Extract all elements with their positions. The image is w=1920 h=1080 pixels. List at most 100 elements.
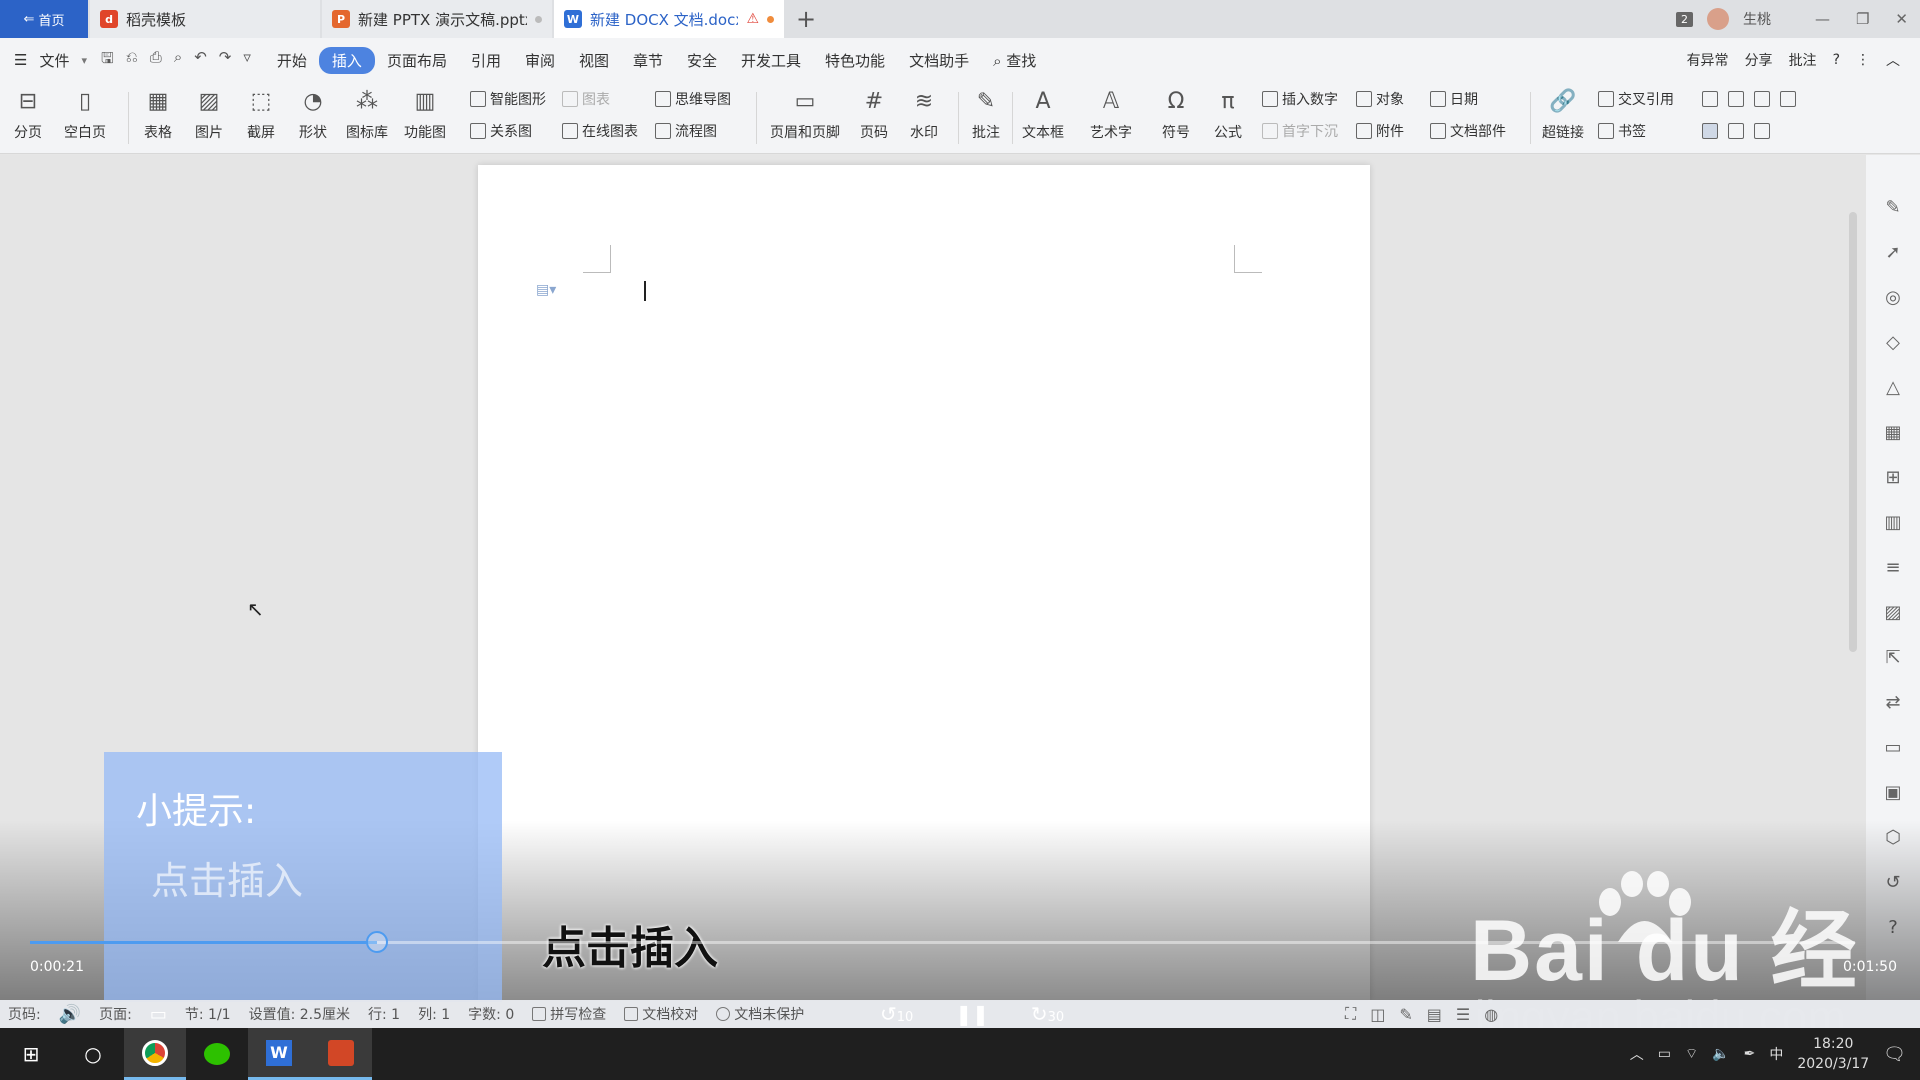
apps-icon[interactable]: ⊞ (1882, 465, 1904, 489)
format-painter-icon[interactable]: ⎌ (126, 48, 138, 73)
function-chart-button[interactable]: ▥ 功能图 (404, 84, 446, 152)
minimize-icon[interactable]: — (1815, 10, 1830, 28)
tab-pptx[interactable]: P 新建 PPTX 演示文稿.pptx (322, 0, 552, 38)
ime-indicator[interactable]: 中 (1769, 1044, 1783, 1064)
customize-icon[interactable]: ▿ (243, 48, 251, 73)
textbox-button[interactable]: A 文本框 (1022, 84, 1064, 152)
checkbox-control-icon[interactable] (1728, 91, 1744, 107)
tab-docer[interactable]: d 稻壳模板 (90, 0, 320, 38)
undo-icon[interactable]: ↶ (194, 48, 207, 73)
chrome-icon[interactable] (124, 1028, 186, 1080)
menu-search[interactable]: ⌕ 查找 (981, 50, 1048, 71)
date-control-icon[interactable] (1754, 123, 1770, 139)
page-view-icon[interactable]: ▤ (1427, 1005, 1442, 1024)
list-control-icon[interactable] (1754, 91, 1770, 107)
chart-panel-icon[interactable]: ▥ (1882, 510, 1904, 534)
archive-icon[interactable]: ▭ (1882, 735, 1904, 759)
avatar[interactable] (1706, 8, 1729, 30)
menu-view[interactable]: 视图 (567, 50, 621, 71)
print-icon[interactable]: ⎙ (150, 48, 162, 73)
section-indicator[interactable]: 节: 1/1 (185, 1004, 231, 1024)
tray-expand-icon[interactable]: ︿ (1630, 1044, 1644, 1064)
more-icon[interactable]: ⋮ (1856, 52, 1870, 68)
tab-close-dot[interactable] (535, 15, 542, 23)
online-chart-button[interactable]: 在线图表 (562, 120, 638, 142)
pen-icon[interactable]: ✒ (1744, 1046, 1756, 1062)
tab-docx[interactable]: W 新建 DOCX 文档.docx ⚠ (554, 0, 784, 38)
mind-map-button[interactable]: 思维导图 (655, 88, 731, 110)
cross-reference-button[interactable]: 交叉引用 (1598, 88, 1674, 110)
image-panel-icon[interactable]: ▨ (1882, 600, 1904, 624)
user-name[interactable]: 生桃 (1743, 9, 1771, 29)
pause-button[interactable]: ❚❚ (955, 1002, 989, 1026)
picture-panel-icon[interactable]: ▣ (1882, 780, 1904, 804)
page-count-indicator[interactable]: 页面: (99, 1004, 132, 1024)
setting-value[interactable]: 设置值: 2.5厘米 (249, 1004, 350, 1024)
menu-security[interactable]: 安全 (675, 50, 729, 71)
print-preview-icon[interactable]: ⌕ (174, 48, 182, 73)
forward-30-button[interactable]: ↻30 (1031, 1002, 1064, 1026)
new-tab-button[interactable]: + (784, 0, 828, 38)
notification-icon[interactable]: 🗨 (1883, 1044, 1906, 1065)
search-circle-icon[interactable]: ○ (62, 1028, 124, 1080)
speaker-icon[interactable]: 🔈 (1712, 1046, 1729, 1062)
wps-writer-icon[interactable]: W (248, 1028, 310, 1080)
menu-start[interactable]: 开始 (265, 50, 319, 71)
menu-review[interactable]: 审阅 (513, 50, 567, 71)
symbol-button[interactable]: Ω 符号 (1160, 84, 1192, 152)
windows-start-icon[interactable]: ⊞ (0, 1028, 62, 1080)
protect-status[interactable]: 文档未保护 (716, 1004, 804, 1024)
menu-features[interactable]: 特色功能 (813, 50, 897, 71)
hyperlink-button[interactable]: 🔗 超链接 (1542, 84, 1584, 152)
translate-icon[interactable]: ⇄ (1882, 690, 1904, 714)
hamburger-icon[interactable]: ☰ (14, 51, 27, 69)
blank-page-button[interactable]: ▯ 空白页 (64, 84, 106, 152)
settings-sliders-icon[interactable]: ≡ (1882, 555, 1904, 579)
collapse-ribbon-icon[interactable]: ︿ (1886, 50, 1900, 70)
export-icon[interactable]: ⇱ (1882, 645, 1904, 669)
home-tab[interactable]: ⇐ 首页 (0, 0, 88, 38)
flow-chart-button[interactable]: 流程图 (655, 120, 717, 142)
table-button[interactable]: ▦ 表格 (142, 84, 174, 152)
save-icon[interactable]: 🖫 (101, 48, 114, 73)
screenshot-button[interactable]: ⬚ 截屏 (245, 84, 277, 152)
insert-number-button[interactable]: 插入数字 (1262, 88, 1338, 110)
formula-button[interactable]: π 公式 (1212, 84, 1244, 152)
picture-control-icon[interactable] (1780, 91, 1796, 107)
relation-chart-button[interactable]: 关系图 (470, 120, 532, 142)
date-button[interactable]: 日期 (1430, 88, 1478, 110)
select-icon[interactable]: ➚ (1882, 240, 1904, 264)
warning-icon[interactable]: ⚠ (746, 11, 759, 27)
attachment-button[interactable]: 附件 (1356, 120, 1404, 142)
word-count[interactable]: 字数: 0 (468, 1004, 514, 1024)
web-view-icon[interactable]: ◍ (1484, 1005, 1498, 1024)
menu-layout[interactable]: 页面布局 (375, 50, 459, 71)
word-art-button[interactable]: 𝔸 艺术字 (1090, 84, 1132, 152)
doc-parts-button[interactable]: 文档部件 (1430, 120, 1506, 142)
watermark-button[interactable]: ≋ 水印 (908, 84, 940, 152)
proofread-toggle[interactable]: 文档校对 (624, 1004, 698, 1024)
share-button[interactable]: 分享 (1745, 50, 1773, 70)
style-icon[interactable]: ◎ (1882, 285, 1904, 309)
picture-button[interactable]: ▨ 图片 (193, 84, 225, 152)
volume-icon[interactable]: 🔊 (59, 1004, 81, 1025)
page-indicator[interactable]: 页码: (8, 1004, 41, 1024)
wps-presentation-icon[interactable] (310, 1028, 372, 1080)
page-number-button[interactable]: # 页码 (858, 84, 890, 152)
header-footer-button[interactable]: ▭ 页眉和页脚 (770, 84, 840, 152)
scrollbar-thumb[interactable] (1849, 212, 1857, 652)
design-mode-icon[interactable] (1702, 123, 1718, 139)
paragraph-layout-icon[interactable]: ▤▾ (536, 282, 556, 298)
icon-library-button[interactable]: ⁂ 图标库 (346, 84, 388, 152)
window-count-badge[interactable]: 2 (1675, 11, 1693, 27)
shape-panel-icon[interactable]: ◇ (1882, 330, 1904, 354)
table-panel-icon[interactable]: ▦ (1882, 420, 1904, 444)
comment-insert-button[interactable]: ✎ 批注 (970, 84, 1002, 152)
rewind-10-button[interactable]: ↺10 (880, 1002, 913, 1026)
bookmark-button[interactable]: 书签 (1598, 120, 1646, 142)
restore-icon[interactable]: ❐ (1856, 10, 1869, 28)
smart-art-button[interactable]: 智能图形 (470, 88, 546, 110)
page-break-button[interactable]: ⊟ 分页 (12, 84, 44, 152)
object-button[interactable]: 对象 (1356, 88, 1404, 110)
menu-references[interactable]: 引用 (459, 50, 513, 71)
